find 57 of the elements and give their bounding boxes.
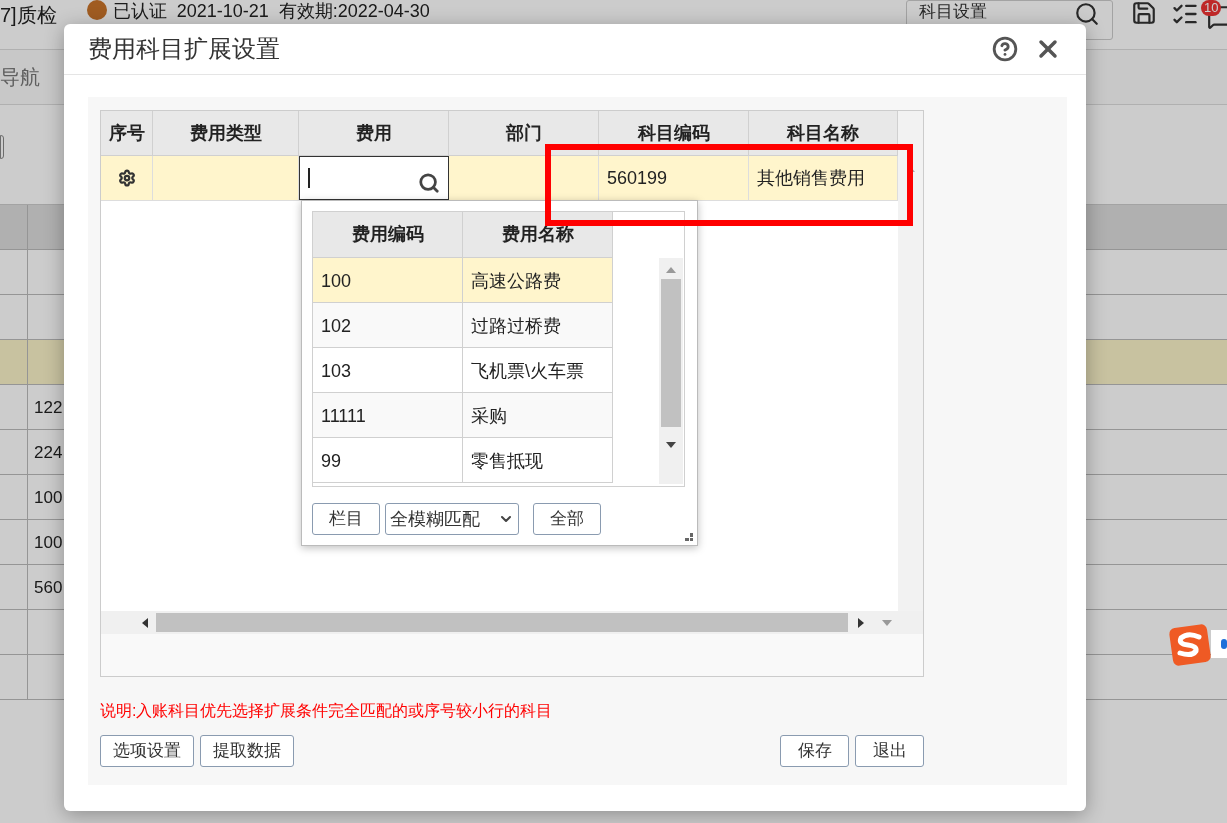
table-cell: 102: [313, 303, 463, 347]
table-cell-text: 224: [33, 442, 63, 464]
scrollbar-thumb[interactable]: [156, 613, 848, 632]
resize-grip-icon[interactable]: [685, 533, 693, 541]
table-cell: 过路过桥费: [463, 303, 613, 347]
table-cell: 飞机票\火车票: [463, 348, 613, 392]
text-cursor: [308, 168, 310, 188]
chat-icon[interactable]: [1207, 4, 1227, 30]
table-cell: 99: [313, 438, 463, 482]
notification-badge: 10: [1201, 0, 1222, 16]
column-header: 费用编码: [313, 212, 463, 258]
table-cell-text: 100: [33, 532, 63, 554]
nav-label: 导航: [0, 65, 40, 90]
table-row[interactable]: 560199 其他销售费用: [101, 156, 898, 201]
horizontal-scrollbar[interactable]: [101, 611, 923, 634]
column-header: 科目编码: [599, 111, 749, 155]
dialog-button[interactable]: 栏目: [312, 503, 380, 535]
match-mode-select[interactable]: 全模糊匹配: [385, 503, 519, 535]
dialog-button[interactable]: 选项设置: [100, 735, 194, 767]
lookup-row[interactable]: 11111 采购: [313, 393, 613, 438]
column-header: 费用名称: [463, 212, 613, 258]
table-cell-text: 560: [33, 577, 63, 599]
dialog-button[interactable]: 全部: [533, 503, 601, 535]
lookup-row[interactable]: 102 过路过桥费: [313, 303, 613, 348]
table-cell: 高速公路费: [463, 258, 613, 302]
vertical-scrollbar[interactable]: [659, 258, 683, 484]
table-cell: 103: [313, 348, 463, 392]
table-cell-text: 122: [33, 397, 63, 419]
column-header: 费用: [299, 111, 449, 155]
dialog-button[interactable]: 退出: [855, 735, 924, 767]
dialog-title: 费用科目扩展设置: [88, 34, 280, 64]
floppy-icon[interactable]: [1131, 0, 1157, 26]
table-cell: 11111: [313, 393, 463, 437]
search-icon[interactable]: [418, 172, 440, 194]
gear-icon[interactable]: [117, 169, 136, 187]
table-cell: 零售抵现: [463, 438, 613, 482]
table-cell: 100: [313, 258, 463, 302]
search-icon[interactable]: [1074, 1, 1100, 27]
page-title: 7]质检: [0, 3, 57, 28]
column-header: 序号: [101, 111, 153, 155]
lookup-row[interactable]: 99 零售抵现: [313, 438, 613, 483]
table-cell-text: 100: [33, 487, 63, 509]
column-header: 部门: [449, 111, 599, 155]
lookup-row[interactable]: 100 高速公路费: [313, 258, 613, 303]
note-text: 说明:入账科目优先选择扩展条件完全匹配的或序号较小行的科目: [100, 701, 554, 721]
dialog-button[interactable]: 提取数据: [200, 735, 294, 767]
lookup-row[interactable]: 103 飞机票\火车票: [313, 348, 613, 393]
help-icon[interactable]: [992, 36, 1018, 62]
table-cell: 采购: [463, 393, 613, 437]
certification-text: 已认证 2021-10-21 有效期:2022-04-30: [112, 0, 430, 22]
expense-input[interactable]: [299, 156, 449, 200]
column-header: 费用类型: [153, 111, 299, 155]
toolbar-control[interactable]: [0, 134, 4, 159]
scroll-left-icon[interactable]: [142, 617, 148, 628]
badge-icon: [86, 0, 107, 20]
dialog-button[interactable]: 保存: [780, 735, 849, 767]
scroll-right-icon[interactable]: [858, 617, 864, 628]
